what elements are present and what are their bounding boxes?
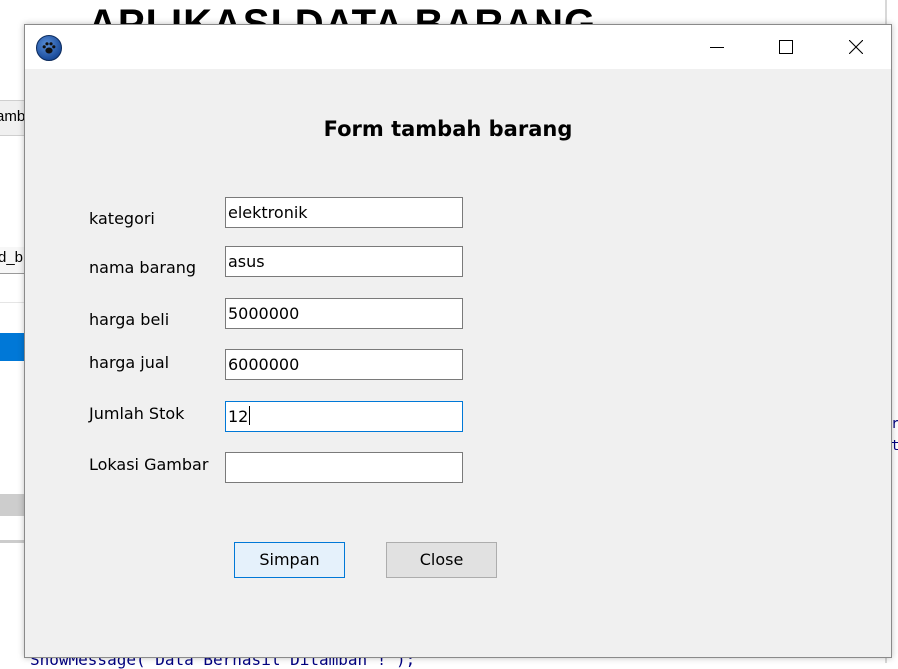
background-divider — [0, 540, 24, 543]
jumlah-stok-label: Jumlah Stok — [89, 404, 185, 423]
nama-barang-input[interactable]: asus — [225, 246, 463, 277]
background-grid-column-label: d_b — [0, 249, 24, 266]
background-code-fragment: t — [891, 438, 898, 454]
form-title: Form tambah barang — [323, 117, 573, 141]
paw-icon — [36, 35, 62, 61]
text-caret — [249, 406, 251, 425]
harga-jual-value: 6000000 — [228, 355, 300, 374]
add-item-dialog: Form tambah barang kategori elektronik n… — [24, 24, 892, 658]
maximize-button[interactable] — [763, 25, 809, 69]
close-button[interactable]: Close — [386, 542, 497, 578]
background-grid-selected-row[interactable] — [0, 333, 24, 361]
lokasi-gambar-input[interactable] — [225, 452, 463, 483]
close-window-button[interactable] — [833, 25, 879, 69]
kategori-input[interactable]: elektronik — [225, 197, 463, 228]
kategori-label: kategori — [89, 209, 155, 228]
minimize-icon — [710, 47, 724, 48]
nama-barang-value: asus — [228, 252, 265, 271]
background-left-panel: amb d_b — [0, 0, 26, 545]
background-app-title: APLIKASI DATA BARANG — [88, 2, 597, 24]
jumlah-stok-value: 12 — [228, 407, 249, 426]
harga-beli-label: harga beli — [89, 310, 170, 329]
harga-beli-value: 5000000 — [228, 304, 300, 323]
background-grid-row — [0, 302, 24, 303]
jumlah-stok-input[interactable]: 12 — [225, 401, 463, 432]
nama-barang-label: nama barang — [89, 258, 197, 277]
minimize-button[interactable] — [694, 25, 740, 69]
lokasi-gambar-label: Lokasi Gambar — [89, 455, 209, 474]
harga-beli-input[interactable]: 5000000 — [225, 298, 463, 329]
harga-jual-input[interactable]: 6000000 — [225, 349, 463, 380]
maximize-icon — [779, 40, 793, 54]
background-tab-label: amb — [0, 108, 26, 125]
harga-jual-label: harga jual — [89, 353, 170, 372]
dialog-titlebar[interactable] — [25, 25, 891, 69]
background-code-fragment: r — [891, 416, 898, 432]
simpan-button[interactable]: Simpan — [234, 542, 345, 578]
close-icon — [849, 40, 863, 54]
kategori-value: elektronik — [228, 203, 308, 222]
background-scrollbar[interactable] — [0, 494, 24, 516]
